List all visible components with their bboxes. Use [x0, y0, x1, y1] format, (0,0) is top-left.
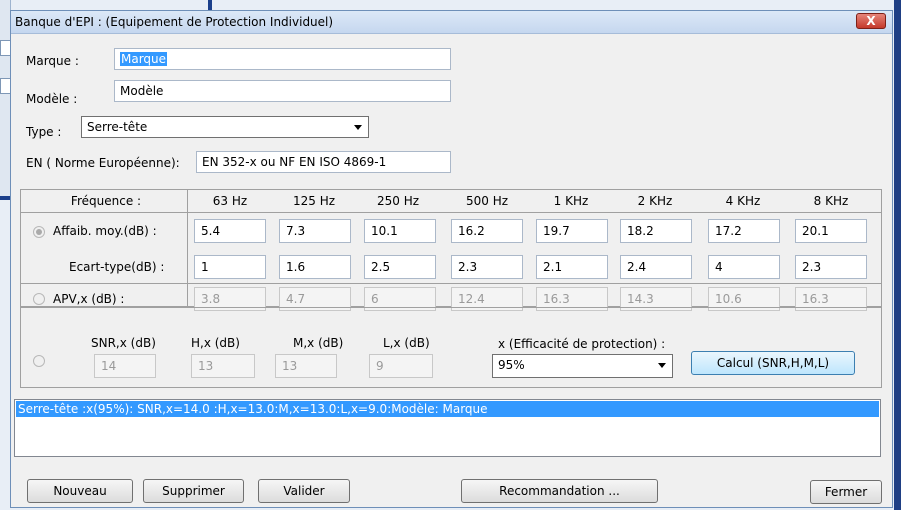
close-button[interactable]: X: [856, 13, 886, 29]
affaib-input-500[interactable]: 16.2: [451, 219, 523, 243]
epi-dialog: Banque d'EPI : (Equipement de Protection…: [10, 10, 893, 508]
affaib-radio[interactable]: [33, 226, 45, 238]
marque-value: Marque: [120, 52, 168, 66]
modele-label: Modèle :: [26, 92, 78, 106]
marque-input[interactable]: Marque: [114, 48, 451, 70]
l-label: L,x (dB): [383, 336, 430, 350]
apv-label: APV,x (dB) :: [53, 292, 125, 306]
en-input[interactable]: EN 352-x ou NF EN ISO 4869-1: [196, 151, 451, 173]
affaib-input-125[interactable]: 7.3: [279, 219, 351, 243]
h-input: 13: [191, 354, 255, 378]
fermer-button[interactable]: Fermer: [810, 480, 882, 504]
modele-input[interactable]: Modèle: [114, 80, 451, 102]
nouveau-button[interactable]: Nouveau: [27, 479, 133, 503]
en-label: EN ( Norme Européenne):: [26, 156, 180, 170]
type-label: Type :: [26, 125, 62, 139]
ecart-label: Ecart-type(dB) :: [69, 260, 165, 274]
affaib-label: Affaib. moy.(dB) :: [53, 224, 157, 238]
ecart-input-250[interactable]: 2.5: [364, 255, 436, 279]
results-list[interactable]: Serre-tête :x(95%): SNR,x=14.0 :H,x=13.0…: [14, 399, 881, 457]
frequence-header: Fréquence :: [70, 194, 142, 208]
snr-input: 14: [94, 354, 156, 378]
recommandation-button[interactable]: Recommandation ...: [461, 479, 658, 503]
ecart-input-63[interactable]: 1: [194, 255, 266, 279]
freq-col-header: 63 Hz: [212, 194, 248, 208]
freq-col-header: 4 KHz: [725, 194, 761, 208]
efficacite-select[interactable]: 95%: [492, 354, 673, 378]
divider: [20, 283, 882, 284]
list-item[interactable]: Serre-tête :x(95%): SNR,x=14.0 :H,x=13.0…: [16, 401, 879, 417]
ecart-input-125[interactable]: 1.6: [279, 255, 351, 279]
affaib-input-4k[interactable]: 17.2: [708, 219, 780, 243]
affaib-input-2k[interactable]: 18.2: [620, 219, 692, 243]
background-border: [894, 0, 901, 510]
m-label: M,x (dB): [293, 336, 344, 350]
divider: [20, 212, 882, 213]
background-border: [0, 196, 10, 200]
ecart-input-2k[interactable]: 2.4: [620, 255, 692, 279]
freq-col-header: 250 Hz: [376, 194, 420, 208]
freq-col-header: 2 KHz: [637, 194, 673, 208]
ecart-input-500[interactable]: 2.3: [451, 255, 523, 279]
snr-radio[interactable]: [33, 355, 45, 367]
chevron-down-icon: [658, 363, 666, 368]
ecart-input-8k[interactable]: 2.3: [795, 255, 867, 279]
valider-button[interactable]: Valider: [258, 479, 350, 503]
window-title: Banque d'EPI : (Equipement de Protection…: [15, 15, 334, 29]
title-bar[interactable]: Banque d'EPI : (Equipement de Protection…: [11, 11, 892, 34]
snr-label: SNR,x (dB): [91, 336, 156, 350]
affaib-input-250[interactable]: 10.1: [364, 219, 436, 243]
m-input: 13: [275, 354, 337, 378]
efficacite-label: x (Efficacité de protection) :: [498, 337, 666, 351]
efficacite-value: 95%: [498, 358, 525, 372]
h-label: H,x (dB): [191, 336, 240, 350]
type-select[interactable]: Serre-tête: [81, 116, 369, 138]
l-input: 9: [369, 354, 433, 378]
ecart-input-1k[interactable]: 2.1: [536, 255, 608, 279]
calcul-button[interactable]: Calcul (SNR,H,M,L): [691, 351, 855, 375]
divider: [187, 189, 188, 307]
freq-col-header: 125 Hz: [292, 194, 336, 208]
freq-col-header: 1 KHz: [553, 194, 589, 208]
ecart-input-4k[interactable]: 4: [708, 255, 780, 279]
marque-label: Marque :: [26, 54, 79, 68]
apv-radio[interactable]: [33, 293, 45, 305]
freq-col-header: 500 Hz: [465, 194, 509, 208]
supprimer-button[interactable]: Supprimer: [143, 479, 244, 503]
affaib-input-63[interactable]: 5.4: [194, 219, 266, 243]
chevron-down-icon: [354, 125, 362, 130]
affaib-input-1k[interactable]: 19.7: [536, 219, 608, 243]
affaib-input-8k[interactable]: 20.1: [795, 219, 867, 243]
type-value: Serre-tête: [87, 120, 148, 134]
freq-col-header: 8 KHz: [813, 194, 849, 208]
